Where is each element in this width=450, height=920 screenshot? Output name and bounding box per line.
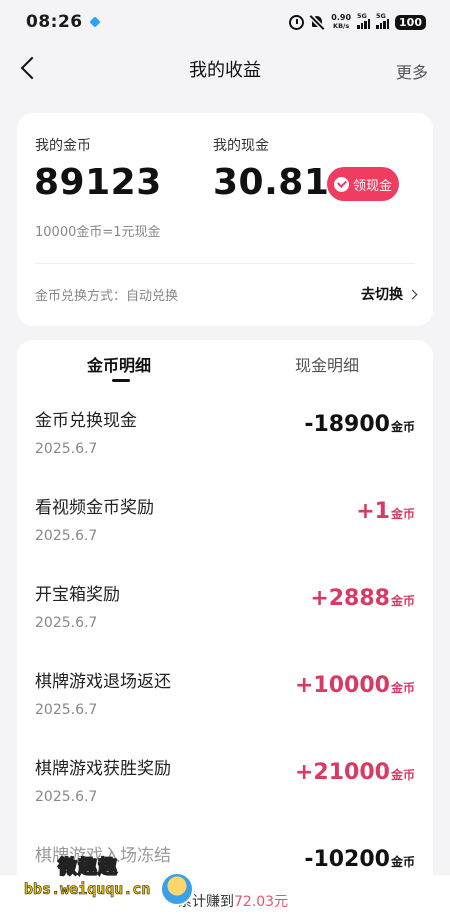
status-time: 08:26 — [26, 12, 83, 32]
tab-cash-detail[interactable]: 现金明细 — [295, 352, 359, 376]
record-title: 金币兑换现金 — [35, 411, 137, 431]
signal-tag: 5G — [376, 12, 386, 20]
banner-text: 累计赚到72.03元 — [178, 891, 288, 911]
list-item: 棋牌游戏退场返还 2025.6.7 +10000 金币 — [17, 667, 433, 754]
divider — [35, 263, 415, 264]
record-amount: +21000 金币 — [295, 760, 415, 785]
record-amount: +2888 金币 — [310, 586, 415, 611]
record-amount-value: +21000 — [295, 760, 390, 785]
tab-coin-detail[interactable]: 金币明细 — [87, 352, 151, 376]
net-speed-unit: KB/s — [333, 22, 350, 30]
record-amount: -10200 金币 — [304, 847, 415, 872]
signal-tag: 5G — [357, 12, 367, 20]
list-item: 开宝箱奖励 2025.6.7 +2888 金币 — [17, 580, 433, 667]
claim-cash-button[interactable]: 领现金 — [327, 167, 399, 201]
mascot-icon — [160, 872, 194, 906]
page-title: 我的收益 — [189, 60, 261, 81]
record-date: 2025.6.7 — [35, 615, 98, 631]
banner-amount: 72.03元 — [234, 894, 289, 910]
mute-icon — [310, 15, 325, 30]
record-date: 2025.6.7 — [35, 528, 98, 544]
coins-value: 89123 — [34, 162, 162, 203]
record-amount-unit: 金币 — [390, 594, 415, 608]
coins-label: 我的金币 — [35, 138, 91, 154]
switch-method-link[interactable]: 去切换 — [361, 284, 418, 304]
record-date: 2025.6.7 — [35, 702, 98, 718]
record-amount-unit: 金币 — [390, 507, 415, 521]
app-notification-icon — [88, 16, 101, 28]
signal-icon: 5G — [376, 12, 390, 29]
record-amount-value: +2888 — [310, 586, 390, 611]
record-date: 2025.6.7 — [35, 789, 98, 805]
record-amount-value: -18900 — [304, 412, 390, 437]
record-amount-unit: 金币 — [390, 681, 415, 695]
record-title: 棋牌游戏退场返还 — [35, 672, 171, 692]
claim-cash-label: 领现金 — [352, 178, 392, 194]
list-item: 棋牌游戏获胜奖励 2025.6.7 +21000 金币 — [17, 754, 433, 841]
back-icon[interactable] — [20, 56, 44, 80]
record-amount-unit: 金币 — [390, 855, 415, 869]
battery-icon: 100 — [395, 14, 426, 30]
record-amount-value: +1 — [356, 499, 390, 524]
record-title: 棋牌游戏获胜奖励 — [35, 759, 171, 779]
record-amount-value: -10200 — [304, 847, 390, 872]
status-bar: 08:26 0.90 KB/s 5G 5G 100 — [0, 0, 450, 44]
record-amount: +1 金币 — [356, 499, 415, 524]
record-title: 开宝箱奖励 — [35, 585, 120, 605]
tab-active-indicator — [112, 379, 130, 382]
cash-value: 30.81 — [213, 162, 330, 203]
record-amount-value: +10000 — [295, 673, 390, 698]
watermark-text: 微趣趣 — [57, 855, 119, 879]
record-amount: -18900 金币 — [304, 412, 415, 437]
status-indicators: 0.90 KB/s 5G 5G 100 — [289, 12, 426, 31]
earnings-summary-card: 我的金币 89123 我的现金 30.81 领现金 10000金币=1元现金 金… — [17, 113, 433, 326]
record-amount-unit: 金币 — [390, 768, 415, 782]
watermark-url: bbs.weiququ.cn — [24, 880, 151, 899]
coin-check-icon — [333, 176, 349, 192]
exchange-method-label: 金币兑换方式：自动兑换 — [35, 289, 179, 304]
detail-tabs: 金币明细 现金明细 — [17, 340, 433, 390]
list-item: 金币兑换现金 2025.6.7 -18900 金币 — [17, 406, 433, 493]
page-header: 我的收益 更多 — [0, 44, 450, 94]
alarm-icon — [289, 14, 305, 30]
signal-icon: 5G — [357, 12, 371, 29]
record-title: 看视频金币奖励 — [35, 498, 154, 518]
record-date: 2025.6.7 — [35, 441, 98, 457]
net-speed: 0.90 KB/s — [331, 13, 352, 31]
more-button[interactable]: 更多 — [396, 59, 428, 83]
list-item: 看视频金币奖励 2025.6.7 +1 金币 — [17, 493, 433, 580]
record-amount: +10000 金币 — [295, 673, 415, 698]
detail-card: 金币明细 现金明细 金币兑换现金 2025.6.7 -18900 金币 看视频金… — [17, 340, 433, 920]
switch-method-label: 去切换 — [361, 287, 403, 303]
exchange-rate-text: 10000金币=1元现金 — [35, 225, 161, 240]
net-speed-value: 0.90 — [331, 13, 352, 22]
record-amount-unit: 金币 — [390, 420, 415, 434]
chevron-right-icon — [407, 289, 418, 299]
cash-label: 我的现金 — [213, 138, 269, 154]
